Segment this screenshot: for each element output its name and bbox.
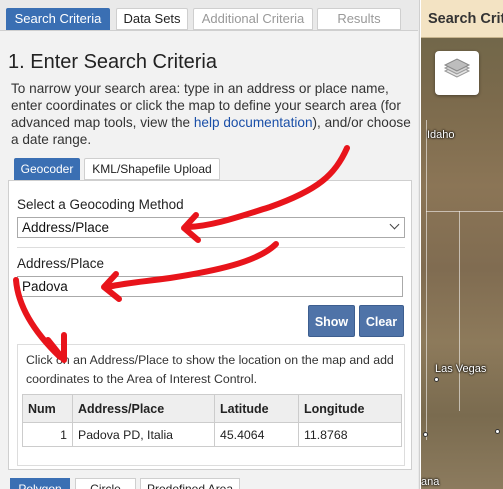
result-longitude: 11.8768 xyxy=(298,422,402,447)
geocoding-method-value: Address/Place xyxy=(22,220,110,235)
show-button[interactable]: Show xyxy=(308,305,355,337)
tab-data-sets[interactable]: Data Sets xyxy=(116,8,188,30)
tab-circle[interactable]: Circle xyxy=(75,478,136,489)
tab-additional-criteria[interactable]: Additional Criteria xyxy=(193,8,313,30)
result-latitude: 45.4064 xyxy=(214,422,299,447)
tab-predefined-area[interactable]: Predefined Area xyxy=(140,478,240,489)
address-place-label: Address/Place xyxy=(17,256,105,271)
map-view[interactable]: Search Criteria Idaho Las Vegas ana xyxy=(421,0,503,489)
column-header-address-place: Address/Place xyxy=(72,394,215,423)
layers-button[interactable] xyxy=(435,51,479,95)
table-row[interactable]: 1 Padova PD, Italia 45.4064 11.8768 xyxy=(22,422,402,447)
result-place[interactable]: Padova PD, Italia xyxy=(72,422,215,447)
search-panel: Search Criteria Data Sets Additional Cri… xyxy=(0,0,420,489)
state-border xyxy=(426,120,427,440)
geocoder-results-box: Click on an Address/Place to show the lo… xyxy=(17,344,405,466)
tab-kml-shapefile-upload[interactable]: KML/Shapefile Upload xyxy=(84,158,220,180)
column-header-latitude: Latitude xyxy=(214,394,299,423)
intro-text: To narrow your search area: type in an a… xyxy=(11,80,416,148)
clear-button[interactable]: Clear xyxy=(359,305,404,337)
state-border xyxy=(426,211,503,212)
search-criteria-content: 1. Enter Search Criteria To narrow your … xyxy=(0,30,418,489)
geocoder-notice-text: Click on an Address/Place to show the lo… xyxy=(26,353,394,386)
map-header-title: Search Criteria xyxy=(428,11,503,27)
tab-geocoder[interactable]: Geocoder xyxy=(14,158,80,180)
address-place-input[interactable]: Padova xyxy=(17,276,403,297)
column-header-longitude: Longitude xyxy=(298,394,402,423)
city-marker xyxy=(434,377,439,382)
tab-polygon[interactable]: Polygon xyxy=(10,478,70,489)
tab-results[interactable]: Results xyxy=(317,8,401,30)
result-num: 1 xyxy=(22,422,73,447)
chevron-down-icon xyxy=(389,219,400,230)
tab-search-criteria[interactable]: Search Criteria xyxy=(6,8,110,30)
city-marker xyxy=(495,429,500,434)
layers-icon xyxy=(443,58,471,78)
geocoder-results-table: Num Address/Place Latitude Longitude 1 P… xyxy=(22,394,402,447)
geocoding-method-select[interactable]: Address/Place xyxy=(17,217,405,238)
map-label-las-vegas: Las Vegas xyxy=(435,363,487,375)
map-label-idaho: Idaho xyxy=(427,129,455,141)
table-header-row: Num Address/Place Latitude Longitude xyxy=(22,394,402,423)
section-title: 1. Enter Search Criteria xyxy=(8,51,217,73)
column-header-num: Num xyxy=(22,394,73,423)
geocoder-panel: Select a Geocoding Method Address/Place … xyxy=(8,180,412,470)
help-documentation-link[interactable]: help documentation xyxy=(194,115,313,130)
map-header: Search Criteria xyxy=(421,0,503,38)
geocoding-method-label: Select a Geocoding Method xyxy=(17,197,184,212)
state-border xyxy=(459,211,460,411)
city-marker xyxy=(423,432,428,437)
divider xyxy=(17,247,405,248)
map-label-arizona: ana xyxy=(421,476,440,488)
